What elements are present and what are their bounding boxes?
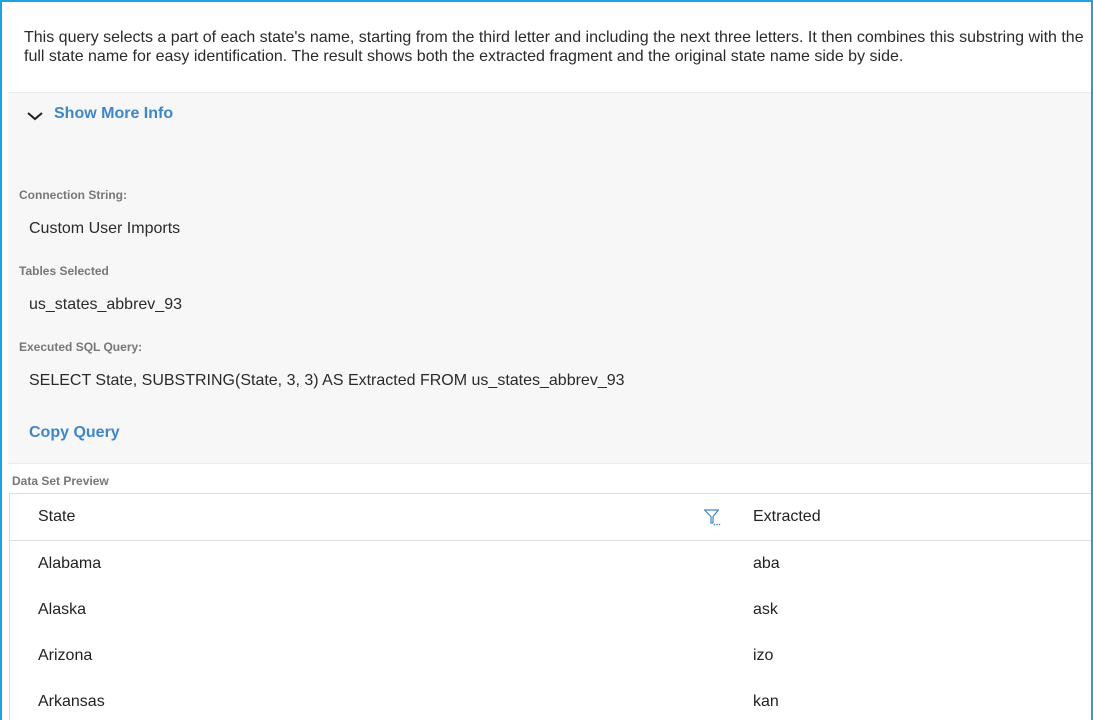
connection-string-value: Custom User Imports bbox=[29, 220, 181, 237]
cell-extracted: ask bbox=[753, 601, 778, 618]
cell-state: Arizona bbox=[38, 647, 93, 664]
table-row: Alabama aba bbox=[10, 541, 1091, 587]
data-preview-table: State Extracted Alabama aba Alaska ask A… bbox=[9, 493, 1091, 720]
cell-extracted: aba bbox=[753, 555, 780, 572]
show-more-info-label: Show More Info bbox=[54, 105, 174, 122]
cell-extracted: kan bbox=[753, 693, 779, 710]
cell-extracted: izo bbox=[753, 647, 774, 664]
data-set-preview-label: Data Set Preview bbox=[12, 474, 109, 488]
cell-state: Alaska bbox=[38, 601, 87, 618]
query-details-frame: This query selects a part of each state'… bbox=[0, 0, 1093, 720]
table-row: Arizona izo bbox=[10, 633, 1091, 679]
executed-sql-label: Executed SQL Query: bbox=[19, 340, 143, 354]
table-header-row: State Extracted bbox=[10, 494, 1091, 541]
chevron-down-icon bbox=[27, 112, 43, 121]
connection-string-label: Connection String: bbox=[19, 188, 127, 202]
query-description: This query selects a part of each state'… bbox=[24, 29, 1084, 65]
cell-state: Alabama bbox=[38, 555, 102, 572]
column-header-state[interactable]: State bbox=[38, 508, 75, 526]
column-header-extracted[interactable]: Extracted bbox=[753, 508, 821, 526]
tables-selected-value: us_states_abbrev_93 bbox=[29, 296, 182, 313]
executed-sql-value: SELECT State, SUBSTRING(State, 3, 3) AS … bbox=[29, 372, 625, 389]
filter-icon[interactable] bbox=[703, 508, 721, 526]
table-row: Arkansas kan bbox=[10, 679, 1091, 720]
copy-query-button[interactable]: Copy Query bbox=[29, 424, 120, 442]
tables-selected-label: Tables Selected bbox=[19, 264, 109, 278]
show-more-info-toggle[interactable]: Show More Info bbox=[26, 105, 173, 123]
cell-state: Arkansas bbox=[38, 693, 105, 710]
more-info-panel: Show More Info Connection String: Custom… bbox=[8, 92, 1091, 464]
table-row: Alaska ask bbox=[10, 587, 1091, 633]
